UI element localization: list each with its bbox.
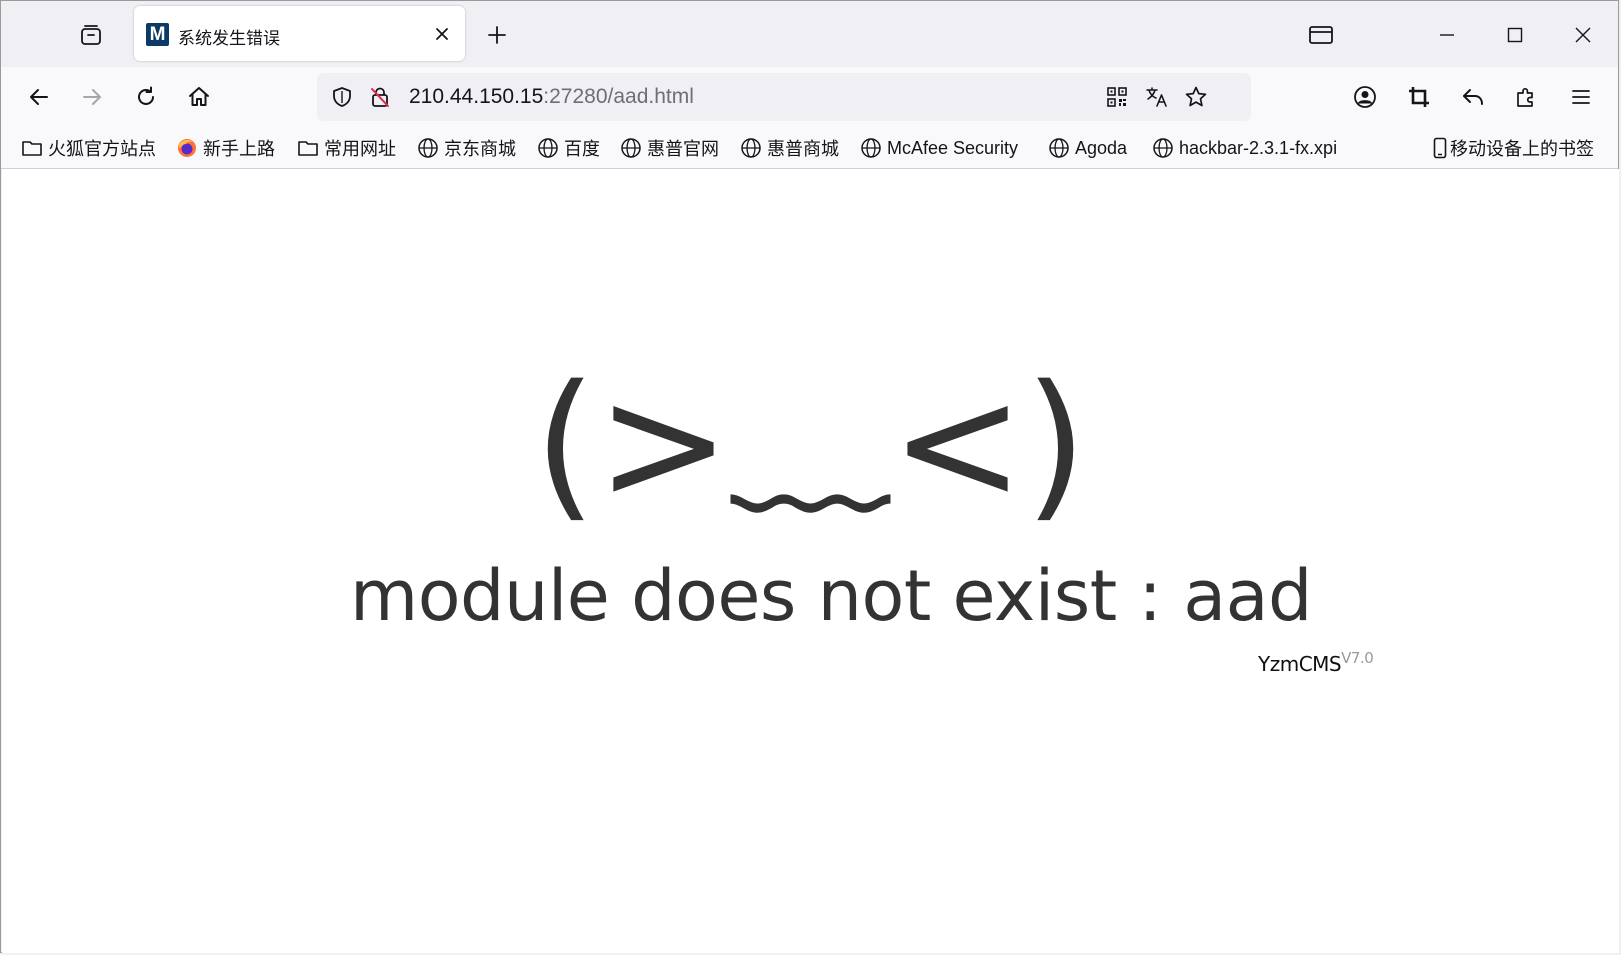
translate-button[interactable]	[1144, 84, 1170, 110]
insecure-lock-icon	[371, 87, 389, 107]
bookmark-label: 百度	[564, 139, 600, 159]
tracking-protection-button[interactable]	[329, 84, 355, 110]
bookmark-label: 新手上路	[203, 139, 275, 159]
new-tab-button[interactable]	[479, 17, 515, 53]
bookmark-mcafee[interactable]: McAfee Security	[860, 135, 1018, 161]
forward-button[interactable]	[74, 79, 110, 115]
reload-button[interactable]	[128, 79, 164, 115]
screenshot-button[interactable]	[1401, 79, 1437, 115]
minimize-button[interactable]	[1429, 17, 1465, 53]
bookmark-hackbar[interactable]: hackbar-2.3.1-fx.xpi	[1152, 135, 1337, 161]
arrow-right-icon	[83, 89, 101, 105]
arrow-left-icon	[30, 89, 48, 105]
list-all-tabs-button[interactable]	[1303, 17, 1339, 53]
tab-close-button[interactable]	[429, 21, 455, 47]
close-icon	[436, 28, 448, 40]
bookmark-label: 常用网址	[324, 139, 396, 159]
bookmark-star-button[interactable]	[1183, 84, 1209, 110]
bookmark-label: McAfee Security	[887, 137, 1019, 158]
error-message: module does not exist : aad	[350, 555, 1312, 637]
url-path: :27280/aad.html	[543, 85, 694, 108]
bookmark-label: 京东商城	[444, 139, 516, 159]
globe-icon	[1152, 137, 1174, 159]
tab-title: 系统发生错误	[178, 29, 280, 48]
bookmark-hp-store[interactable]: 惠普商城	[740, 135, 839, 161]
bookmark-jd[interactable]: 京东商城	[417, 135, 516, 161]
globe-icon	[620, 137, 642, 159]
maximize-icon	[1507, 27, 1523, 43]
puzzle-piece-icon	[1517, 87, 1533, 107]
home-icon	[189, 87, 209, 106]
page-content: (>﹏<) module does not exist : aad YzmCMS…	[2, 169, 1619, 953]
window-tabs-icon	[1309, 26, 1333, 44]
cms-brand: YzmCMSV7.0	[1258, 649, 1374, 676]
url-host: 210.44.150.15	[409, 85, 544, 108]
brand-version: V7.0	[1341, 649, 1374, 667]
bookmark-label: 惠普官网	[647, 139, 719, 159]
globe-icon	[1048, 137, 1070, 159]
bookmark-label: hackbar-2.3.1-fx.xpi	[1179, 137, 1338, 158]
tab-active[interactable]: M 系统发生错误	[134, 6, 465, 61]
plus-icon	[488, 26, 506, 44]
bookmark-label: 移动设备上的书签	[1450, 139, 1594, 159]
qr-code-button[interactable]	[1104, 84, 1130, 110]
mobile-bookmarks-folder[interactable]: 移动设备上的书签	[1432, 135, 1594, 161]
minimize-icon	[1440, 34, 1454, 36]
crop-icon	[1409, 87, 1429, 107]
window-close-button[interactable]	[1565, 17, 1601, 53]
browser-window: M 系统发生错误 210.44.150.15:27280/aad.html 火狐…	[0, 0, 1619, 953]
bookmark-agoda[interactable]: Agoda	[1048, 135, 1127, 161]
bookmarks-toolbar: 火狐官方站点 新手上路 常用网址 京东商城 百度 惠普官网 惠普商城 McAfe…	[1, 127, 1618, 169]
account-button[interactable]	[1347, 79, 1383, 115]
folder-icon	[297, 137, 319, 159]
tab-overview-button[interactable]	[73, 17, 109, 53]
app-menu-button[interactable]	[1563, 79, 1599, 115]
extensions-button[interactable]	[1508, 79, 1544, 115]
shield-icon	[333, 87, 351, 107]
globe-icon	[860, 137, 882, 159]
site-favicon-icon: M	[146, 23, 169, 46]
globe-icon	[740, 137, 762, 159]
bookmark-hp-official[interactable]: 惠普官网	[620, 135, 719, 161]
bookmark-label: 惠普商城	[767, 139, 839, 159]
reload-icon	[138, 86, 154, 105]
home-button[interactable]	[181, 79, 217, 115]
maximize-button[interactable]	[1497, 17, 1533, 53]
tab-strip: M 系统发生错误	[1, 1, 1618, 67]
bookmark-baidu[interactable]: 百度	[537, 135, 600, 161]
brand-name: YzmCMS	[1258, 652, 1342, 676]
site-security-button[interactable]	[367, 84, 393, 110]
folder-icon	[21, 137, 43, 159]
tab-overview-icon	[81, 25, 101, 45]
url-text[interactable]: 210.44.150.15:27280/aad.html	[409, 85, 694, 109]
globe-icon	[537, 137, 559, 159]
navigation-toolbar: 210.44.150.15:27280/aad.html	[1, 67, 1618, 127]
qr-code-icon	[1107, 87, 1127, 107]
bookmark-label: 火狐官方站点	[48, 139, 156, 159]
hamburger-menu-icon	[1572, 90, 1590, 104]
undo-close-tab-button[interactable]	[1455, 79, 1491, 115]
address-bar[interactable]: 210.44.150.15:27280/aad.html	[317, 73, 1251, 121]
close-window-icon	[1575, 27, 1591, 43]
translate-icon	[1146, 87, 1167, 107]
globe-icon	[417, 137, 439, 159]
account-icon	[1354, 86, 1376, 108]
error-face-emoticon: (>﹏<)	[534, 350, 1087, 537]
undo-arrow-icon	[1463, 89, 1483, 105]
bookmark-folder-firefox-sites[interactable]: 火狐官方站点	[21, 135, 156, 161]
mobile-phone-icon	[1432, 137, 1448, 159]
back-button[interactable]	[21, 79, 57, 115]
bookmark-folder-common-sites[interactable]: 常用网址	[297, 135, 396, 161]
bookmark-label: Agoda	[1075, 137, 1128, 158]
bookmark-getting-started[interactable]: 新手上路	[176, 135, 275, 161]
star-icon	[1185, 86, 1207, 107]
firefox-icon	[176, 137, 198, 159]
